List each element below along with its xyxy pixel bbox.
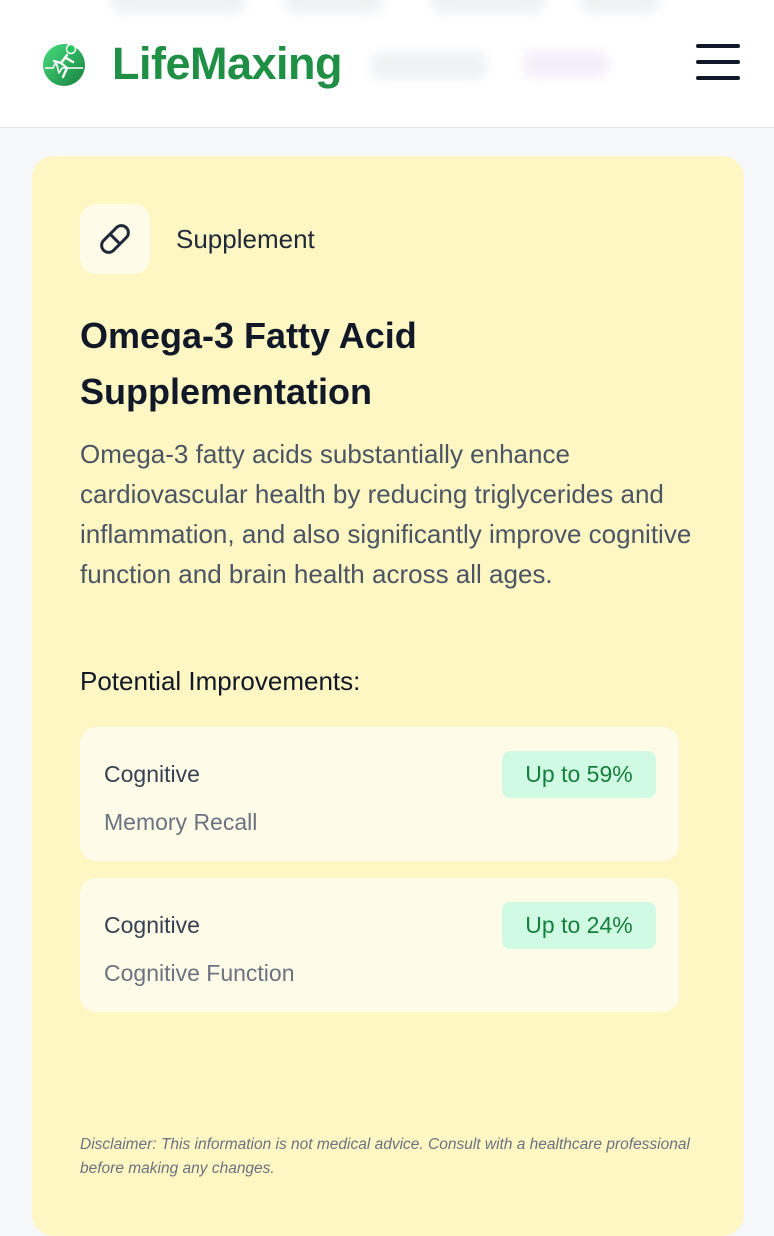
pill-icon	[100, 224, 130, 254]
runner-heartbeat-icon	[43, 43, 85, 86]
blurred-background-shape	[580, 0, 660, 14]
card-type-row: Supplement	[80, 204, 315, 274]
improvement-item: Cognitive Cognitive Function Up to 24%	[80, 878, 679, 1012]
card-title: Omega-3 Fatty Acid Supplementation	[80, 315, 417, 412]
blurred-background-shape	[370, 52, 488, 80]
improvement-category: Cognitive	[104, 761, 200, 787]
improvement-metric: Cognitive Function	[104, 960, 295, 986]
blurred-background-shape	[284, 0, 384, 14]
blurred-background-shape	[430, 0, 546, 14]
improvement-item: Cognitive Memory Recall Up to 59%	[80, 727, 679, 861]
blurred-background-shape	[110, 0, 246, 14]
card-description: Omega-3 fatty acids substantially enhanc…	[80, 439, 692, 589]
improvement-badge: Up to 59%	[502, 751, 656, 798]
improvements-heading: Potential Improvements:	[80, 666, 361, 696]
improvement-badge: Up to 24%	[502, 902, 656, 949]
hamburger-menu-icon[interactable]	[696, 44, 740, 80]
app-header: LifeMaxing	[0, 0, 774, 128]
logo-link[interactable]: LifeMaxing	[42, 38, 343, 90]
brand-name: LifeMaxing	[112, 38, 343, 89]
card-type-label: Supplement	[176, 223, 315, 254]
recommendation-card: Supplement Omega-3 Fatty Acid Supplement…	[32, 156, 744, 1236]
blurred-background-shape	[522, 50, 610, 78]
disclaimer-text: Disclaimer: This information is not medi…	[80, 1136, 690, 1177]
improvement-metric: Memory Recall	[104, 809, 258, 835]
improvement-category: Cognitive	[104, 912, 200, 938]
pill-icon-box	[80, 204, 150, 274]
